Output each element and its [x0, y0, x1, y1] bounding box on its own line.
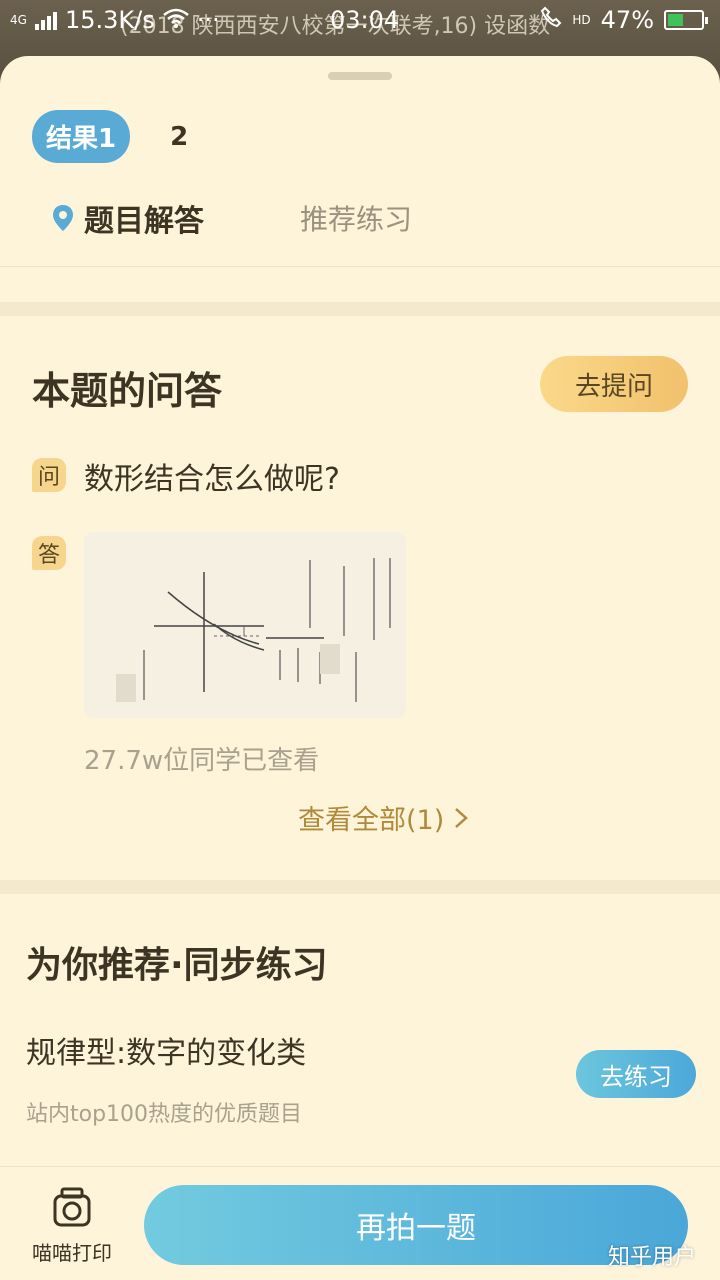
recommend-item-subtitle: 站内top100热度的优质题目 — [26, 1102, 303, 1127]
app-root: (2018 陕西西安八校第一次联考,16) 设函数 4G 15.3K/s ···… — [0, 0, 720, 1280]
result-tab-2[interactable]: 2 — [170, 122, 188, 152]
status-bar: 4G 15.3K/s ··· 03:04 HD 47% — [0, 0, 720, 40]
qa-section-title: 本题的问答 — [32, 369, 223, 413]
watermark: 知乎用户 — [608, 1245, 697, 1270]
section-gap — [0, 880, 720, 894]
bottom-bar: 喵喵打印 再拍一题 知乎用户 — [0, 1166, 720, 1280]
clock: 03:04 — [330, 6, 400, 34]
answer-badge: 答 — [32, 536, 66, 570]
location-pin-icon — [53, 205, 73, 231]
bottom-sheet: 结果1 2 题目解答 推荐练习 本题的问答 去提问 问 数形结合怎么做呢? 答 — [0, 56, 720, 1280]
more-indicator: ··· — [196, 6, 220, 34]
retake-button[interactable]: 再拍一题 — [144, 1185, 688, 1265]
result-tab-1[interactable]: 结果1 — [32, 110, 131, 163]
signal-icon — [34, 10, 57, 30]
tab-practice[interactable]: 推荐练习 — [300, 198, 412, 238]
chevron-right-icon — [455, 807, 469, 828]
see-all-link[interactable]: 查看全部(1) — [298, 798, 469, 837]
recommend-item-title[interactable]: 规律型:数字的变化类 — [26, 1028, 306, 1072]
question-text[interactable]: 数形结合怎么做呢? — [84, 454, 340, 498]
drag-handle[interactable] — [328, 72, 392, 80]
battery-percent: 47% — [600, 6, 654, 34]
divider — [0, 266, 720, 267]
battery-icon — [664, 10, 708, 30]
answer-image[interactable] — [84, 532, 406, 718]
hd-label: HD — [572, 13, 591, 27]
view-count: 27.7w位同学已查看 — [84, 746, 320, 776]
ask-question-button[interactable]: 去提问 — [540, 356, 688, 412]
see-all-label: 查看全部(1) — [298, 805, 445, 836]
print-label: 喵喵打印 — [32, 1241, 112, 1265]
section-tabs: 题目解答 推荐练习 — [52, 196, 412, 240]
wifi-icon — [162, 6, 189, 34]
call-icon — [540, 6, 562, 34]
recommend-title: 为你推荐·同步练习 — [26, 945, 328, 986]
result-tabs: 结果1 2 — [32, 110, 188, 163]
question-badge: 问 — [32, 458, 66, 492]
print-button[interactable]: 喵喵打印 — [30, 1187, 114, 1266]
net-speed: 15.3K/s — [64, 6, 155, 34]
section-gap — [0, 302, 720, 316]
network-label: 4G — [10, 13, 27, 27]
tab-answer[interactable]: 题目解答 — [84, 196, 204, 240]
print-icon — [53, 1187, 91, 1227]
practice-button[interactable]: 去练习 — [576, 1050, 696, 1098]
